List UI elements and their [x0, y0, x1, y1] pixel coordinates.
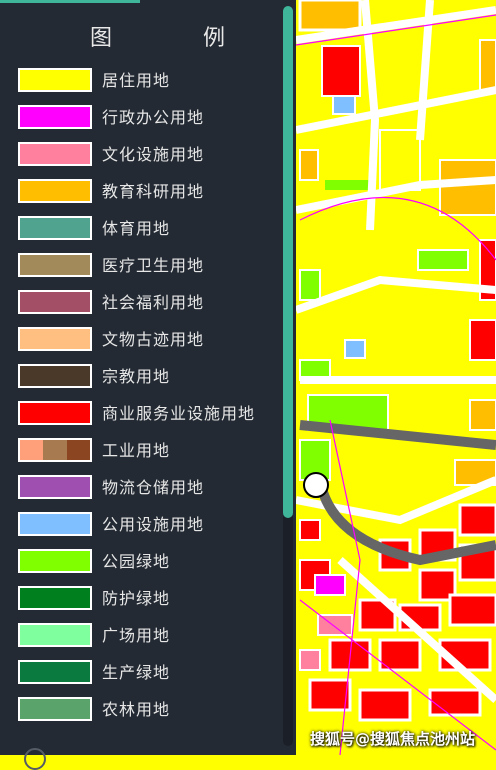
legend-swatch-part: [43, 440, 67, 460]
legend-swatch-part: [20, 440, 44, 460]
watermark: 搜狐号@搜狐焦点池州站: [310, 730, 476, 748]
legend-label: 教育科研用地: [102, 182, 205, 201]
legend-label: 医疗卫生用地: [102, 256, 205, 275]
legend-label: 文物古迹用地: [102, 330, 205, 349]
legend-label: 宗教用地: [102, 367, 171, 386]
legend-label: 行政办公用地: [102, 108, 205, 127]
legend-label: 广场用地: [102, 626, 171, 645]
legend-swatch: [18, 216, 92, 240]
legend-item: 行政办公用地: [18, 103, 288, 133]
legend-item: 文化设施用地: [18, 140, 288, 170]
legend-label: 社会福利用地: [102, 293, 205, 312]
legend-swatch: [18, 660, 92, 684]
legend-swatch: [18, 290, 92, 314]
legend-item: 生产绿地: [18, 658, 288, 688]
panel-accent-bar: [0, 0, 140, 3]
legend-label: 居住用地: [102, 71, 171, 90]
legend-swatch: [18, 327, 92, 351]
legend-item: 防护绿地: [18, 584, 288, 614]
legend-label: 文化设施用地: [102, 145, 205, 164]
legend-label: 体育用地: [102, 219, 171, 238]
legend-label: 公用设施用地: [102, 515, 205, 534]
legend-swatch: [18, 697, 92, 721]
legend-item: 农林用地: [18, 695, 288, 725]
legend-swatch: [18, 586, 92, 610]
legend-swatch-part: [66, 440, 90, 460]
legend-item: 教育科研用地: [18, 177, 288, 207]
legend-item: 商业服务业设施用地: [18, 399, 288, 429]
legend-swatch: [18, 364, 92, 388]
legend-item: 医疗卫生用地: [18, 251, 288, 281]
legend-item: 广场用地: [18, 621, 288, 651]
legend-swatch: [18, 105, 92, 129]
legend-swatch: [18, 68, 92, 92]
legend-item: 社会福利用地: [18, 288, 288, 318]
legend-swatch: [18, 253, 92, 277]
legend-swatch: [18, 179, 92, 203]
legend-panel: 图 例 居住用地行政办公用地 文化设施用地 教育科研用地 体育用地医疗卫生用地 社会福利…: [0, 0, 296, 770]
legend-title: 图 例: [90, 26, 267, 51]
circle-icon: [24, 748, 46, 770]
scrollbar-thumb[interactable]: [283, 6, 293, 518]
legend-label: 公园绿地: [102, 552, 171, 571]
legend-label: 工业用地: [102, 441, 171, 460]
legend-item: 宗教用地: [18, 362, 288, 392]
legend-label: 防护绿地: [102, 589, 171, 608]
legend-item: 公用设施用地: [18, 510, 288, 540]
legend-label: 农林用地: [102, 700, 171, 719]
legend-swatch: [18, 142, 92, 166]
legend-item: 体育用地: [18, 214, 288, 244]
legend-item: 工业用地: [18, 436, 288, 466]
legend-swatch: [18, 623, 92, 647]
legend-swatch: [18, 438, 92, 462]
legend-item: 居住用地: [18, 66, 288, 96]
legend-swatch: [18, 512, 92, 536]
legend-swatch: [18, 549, 92, 573]
legend-swatch: [18, 401, 92, 425]
legend-label: 商业服务业设施用地: [102, 404, 256, 423]
legend-item: 物流仓储用地: [18, 473, 288, 503]
legend-item: 文物古迹用地: [18, 325, 288, 355]
legend-swatch: [18, 475, 92, 499]
legend-item: 公园绿地: [18, 547, 288, 577]
legend-label: 生产绿地: [102, 663, 171, 682]
legend-label: 物流仓储用地: [102, 478, 205, 497]
